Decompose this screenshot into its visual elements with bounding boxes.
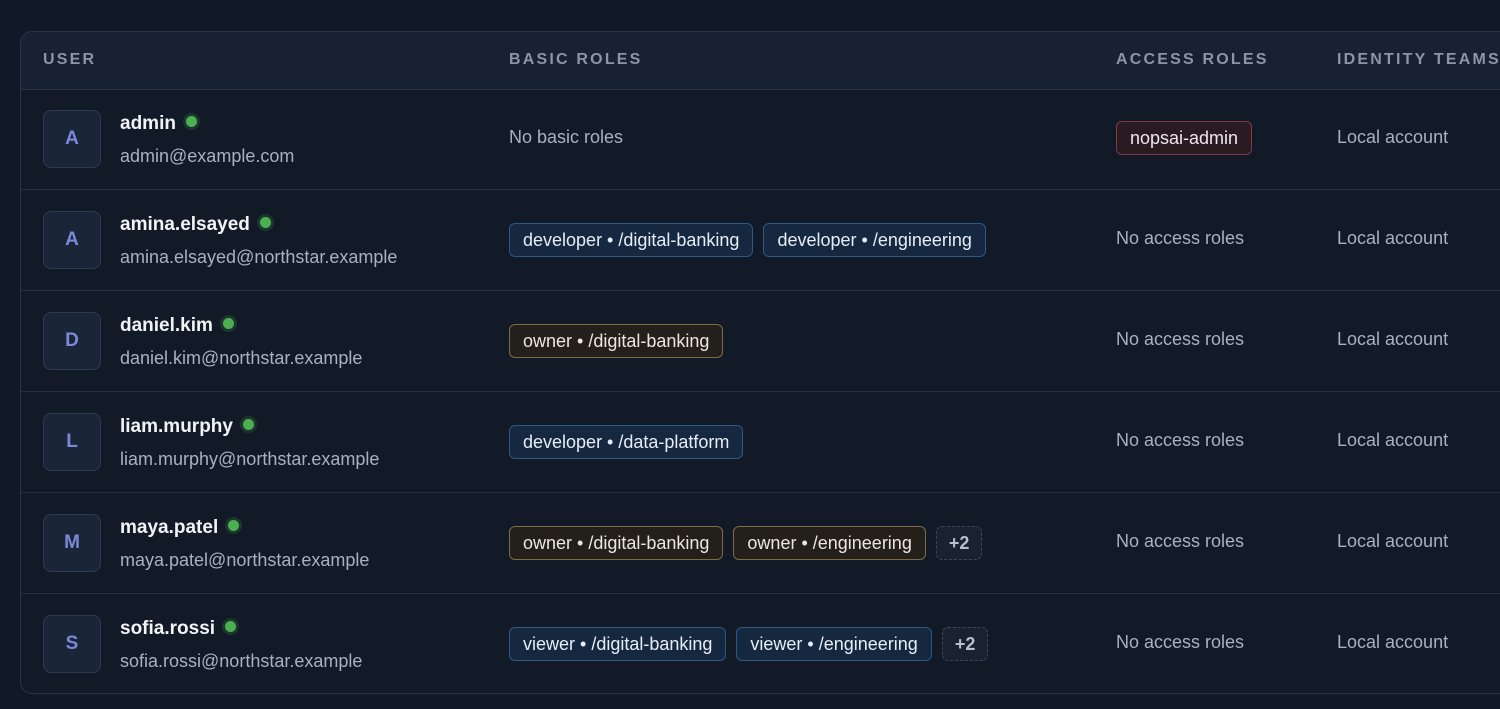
basic-role-chip[interactable]: developer • /data-platform (509, 425, 744, 459)
username[interactable]: amina.elsayed (120, 214, 271, 236)
user-email: liam.murphy@northstar.example (120, 449, 380, 469)
table-row[interactable]: Lliam.murphy liam.murphy@northstar.exampl… (21, 392, 1500, 493)
user-email: sofia.rossi@northstar.example (120, 651, 363, 671)
username[interactable]: daniel.kim (120, 315, 234, 337)
basic-roles-list: developer • /data-platform (509, 425, 744, 461)
online-status-dot (259, 217, 271, 228)
avatar: S (43, 615, 101, 673)
more-roles-button[interactable]: +2 (941, 627, 989, 661)
online-status-dot (242, 419, 254, 430)
basic-role-chip[interactable]: developer • /engineering (763, 223, 986, 257)
identity-team: Local account (1337, 430, 1449, 450)
identity-team: Local account (1337, 127, 1449, 147)
username[interactable]: liam.murphy (120, 416, 254, 438)
basic-role-chip[interactable]: viewer • /digital-banking (509, 627, 727, 661)
column-header-identity-teams[interactable]: IDENTITY TEAMS (1337, 51, 1500, 69)
avatar: A (43, 211, 101, 269)
avatar: D (43, 312, 101, 370)
basic-roles-list: owner • /digital-banking (509, 324, 724, 360)
online-status-dot (225, 621, 237, 632)
identity-team: Local account (1337, 329, 1449, 349)
basic-role-chip[interactable]: owner • /digital-banking (509, 526, 724, 560)
basic-roles-list: owner • /digital-banking owner • /enginee… (509, 526, 983, 562)
user-email: amina.elsayed@northstar.example (120, 247, 398, 267)
access-roles-empty: No access roles (1116, 430, 1245, 450)
access-role-chip[interactable]: nopsai-admin (1116, 121, 1253, 155)
username-text[interactable]: daniel.kim (120, 315, 213, 336)
table-row[interactable]: Ddaniel.kim daniel.kim@northstar.example o… (21, 291, 1500, 392)
more-roles-button[interactable]: +2 (935, 526, 983, 560)
basic-roles-list: developer • /digital-banking developer • … (509, 223, 986, 259)
basic-role-chip[interactable]: owner • /engineering (733, 526, 926, 560)
username-text[interactable]: maya.patel (120, 517, 218, 538)
avatar: L (43, 413, 101, 471)
column-header-access-roles[interactable]: ACCESS ROLES (1116, 51, 1269, 69)
basic-role-chip[interactable]: owner • /digital-banking (509, 324, 724, 358)
basic-roles-empty: No basic roles (509, 127, 624, 147)
user-email: daniel.kim@northstar.example (120, 348, 363, 368)
identity-team: Local account (1337, 531, 1449, 551)
access-roles-empty: No access roles (1116, 632, 1245, 652)
username[interactable]: admin (120, 113, 197, 135)
table-row[interactable]: Aadmin admin@example.com No basic roles nop… (21, 89, 1500, 190)
identity-team: Local account (1337, 228, 1449, 248)
username-text[interactable]: amina.elsayed (120, 214, 250, 235)
identity-team: Local account (1337, 632, 1449, 652)
table-header: USER BASIC ROLES ACCESS ROLES IDENTITY T… (21, 32, 1500, 90)
access-roles-empty: No access roles (1116, 228, 1245, 248)
online-status-dot (222, 318, 234, 329)
username[interactable]: maya.patel (120, 517, 240, 539)
avatar: A (43, 110, 101, 168)
table-row[interactable]: Ssofia.rossi sofia.rossi@northstar.exampl… (21, 594, 1500, 693)
basic-role-chip[interactable]: viewer • /engineering (736, 627, 932, 661)
table-row[interactable]: Mmaya.patel maya.patel@northstar.example o… (21, 493, 1500, 594)
basic-role-chip[interactable]: developer • /digital-banking (509, 223, 754, 257)
username-text[interactable]: admin (120, 113, 176, 134)
online-status-dot (185, 116, 197, 127)
column-header-basic-roles[interactable]: BASIC ROLES (509, 51, 643, 69)
table-row[interactable]: Aamina.elsayed amina.elsayed@northstar.ex… (21, 190, 1500, 291)
basic-roles-list: viewer • /digital-banking viewer • /engin… (509, 627, 989, 663)
access-roles-empty: No access roles (1116, 531, 1245, 551)
username-text[interactable]: liam.murphy (120, 416, 233, 437)
access-roles-cell: nopsai-admin (1116, 121, 1253, 155)
access-roles-empty: No access roles (1116, 329, 1245, 349)
column-header-user[interactable]: USER (43, 51, 96, 69)
online-status-dot (228, 520, 240, 531)
avatar: M (43, 514, 101, 572)
users-table: USER BASIC ROLES ACCESS ROLES IDENTITY T… (20, 31, 1500, 694)
user-email: admin@example.com (120, 146, 295, 166)
username[interactable]: sofia.rossi (120, 618, 237, 640)
username-text[interactable]: sofia.rossi (120, 618, 215, 639)
user-email: maya.patel@northstar.example (120, 550, 370, 570)
